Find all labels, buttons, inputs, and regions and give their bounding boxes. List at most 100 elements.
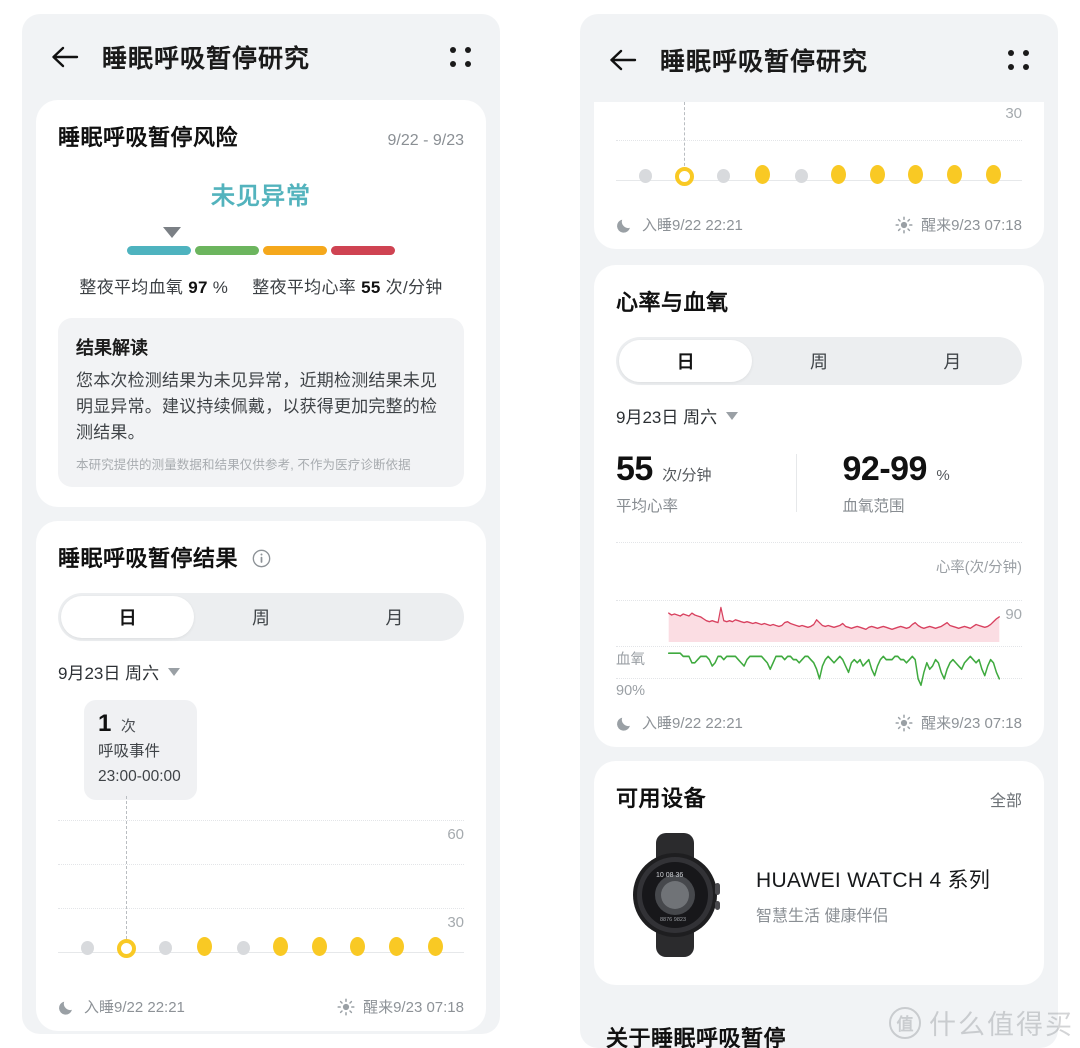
info-circle-icon[interactable] [252, 549, 271, 568]
event-dot[interactable] [639, 169, 652, 183]
event-dot[interactable] [428, 937, 443, 957]
event-dot-selected[interactable] [117, 939, 136, 959]
page-title: 睡眠呼吸暂停研究 [102, 45, 311, 73]
selection-vline [684, 102, 685, 176]
moon-icon [59, 1001, 72, 1015]
grid-dots-menu-icon[interactable] [1006, 47, 1032, 73]
ylabel-30: 30 [447, 914, 464, 932]
spo2-range-value-row: 92-99 % [843, 450, 1023, 489]
gauge-marker-icon [163, 227, 181, 238]
tooltip-unit: 次 [120, 718, 136, 736]
apnea-event-tooltip: 1 次 呼吸事件 23:00-00:00 [84, 700, 197, 801]
sleep-time-label: 入睡9/22 22:21 [84, 999, 185, 1017]
spo2-ref-label-90: 90% [616, 683, 646, 699]
wake-group: 醒来9/23 07:18 [337, 996, 464, 1017]
about-section-title: 关于睡眠呼吸暂停 [606, 1026, 787, 1048]
event-dot[interactable] [312, 937, 327, 957]
tab-day[interactable]: 日 [619, 340, 753, 382]
device-card-header: 可用设备 全部 [616, 781, 1022, 813]
back-arrow-icon[interactable] [606, 43, 640, 77]
hr-label: 整夜平均心率 [252, 278, 357, 297]
device-list-item[interactable]: 10 08 36 8876 9823 HUAWEI WATCH 4 系列 智慧生… [616, 831, 1022, 965]
risk-gauge [127, 227, 395, 255]
app-bar-right: 睡眠呼吸暂停研究 [580, 14, 1058, 106]
gridline-60 [58, 820, 464, 822]
hr-spo2-chart: 心率(次/分钟) 90 血氧 90% [616, 538, 1022, 699]
event-dot[interactable] [389, 937, 404, 957]
hr-period-tabs[interactable]: 日 周 月 [616, 337, 1022, 385]
hr-unit: 次/分钟 [385, 278, 443, 297]
event-dot[interactable] [197, 937, 212, 957]
sleep-time-label: 入睡9/22 22:21 [642, 217, 743, 234]
avg-hr-value-row: 55 次/分钟 [616, 450, 796, 489]
tooltip-value-row: 1 次 [98, 710, 181, 738]
event-dot[interactable] [870, 165, 885, 184]
risk-date-range: 9/22 - 9/23 [387, 132, 465, 149]
event-dot[interactable] [755, 165, 770, 184]
spo2-value: 97 [188, 278, 208, 297]
gauge-segment-2 [195, 246, 259, 255]
moon-icon [617, 717, 630, 731]
apnea-period-tabs[interactable]: 日 周 月 [58, 593, 464, 642]
event-dot[interactable] [831, 165, 846, 184]
event-dot[interactable] [717, 169, 730, 183]
risk-metrics-row: 整夜平均血氧 97 % 整夜平均心率 55 次/分钟 [58, 273, 464, 298]
hr-card-title: 心率与血氧 [616, 290, 729, 315]
sun-icon [337, 998, 355, 1016]
event-dot[interactable] [795, 169, 808, 183]
risk-card-title: 睡眠呼吸暂停风险 [58, 125, 239, 150]
ylabel-60: 60 [447, 826, 464, 844]
event-dot-selected[interactable] [675, 167, 694, 186]
tab-month[interactable]: 月 [328, 596, 461, 638]
grid-dots-menu-icon[interactable] [448, 44, 474, 70]
wake-time-label: 醒来9/23 07:18 [363, 999, 464, 1017]
hr-date-picker[interactable]: 9月23日 周六 [616, 403, 1022, 428]
spo2-range-unit: % [936, 467, 950, 484]
avg-heart-rate-stat: 55 次/分钟 平均心率 [616, 450, 796, 516]
event-dot[interactable] [908, 165, 923, 184]
available-devices-card: 可用设备 全部 10 08 36 8876 9823 HUAWEI WATCH … [594, 761, 1044, 985]
interpretation-title: 结果解读 [76, 338, 148, 358]
apnea-date-picker[interactable]: 9月23日 周六 [58, 659, 464, 684]
spo2-label: 整夜平均血氧 [79, 278, 184, 297]
spo2-unit: % [212, 278, 229, 297]
event-dot[interactable] [986, 165, 1001, 184]
tab-week[interactable]: 周 [194, 596, 327, 638]
spo2-range-label: 血氧范围 [842, 498, 905, 515]
apnea-card-title: 睡眠呼吸暂停结果 [58, 541, 271, 573]
wake-time-label: 醒来9/23 07:18 [921, 217, 1022, 234]
event-dot[interactable] [273, 937, 288, 957]
device-name: HUAWEI WATCH 4 系列 [756, 869, 991, 892]
svg-text:8876 9823: 8876 9823 [660, 917, 686, 923]
avg-hr-label: 平均心率 [616, 498, 679, 515]
device-tagline: 智慧生活 健康伴侣 [756, 908, 889, 925]
sun-icon [895, 215, 913, 234]
event-dot[interactable] [350, 937, 365, 957]
event-dot[interactable] [947, 165, 962, 184]
app-bar-left: 睡眠呼吸暂停研究 [22, 14, 500, 100]
apnea-risk-card: 睡眠呼吸暂停风险 9/22 - 9/23 未见异常 整夜平均血氧 97 % 整夜… [36, 100, 486, 508]
tooltip-metric: 呼吸事件 [98, 743, 161, 761]
wake-group: 醒来9/23 07:18 [895, 214, 1022, 235]
avg-hr-unit: 次/分钟 [662, 467, 712, 484]
sleep-time-label: 入睡9/22 22:21 [642, 715, 743, 732]
tab-day[interactable]: 日 [61, 596, 195, 639]
apnea-title-text: 睡眠呼吸暂停结果 [58, 546, 239, 572]
gauge-bar [127, 246, 395, 255]
back-arrow-icon[interactable] [48, 40, 82, 74]
apnea-result-card-scrolled: 30 入睡9/22 22:21 醒来9/23 07:18 [594, 102, 1044, 249]
device-see-all-link[interactable]: 全部 [990, 787, 1022, 811]
apnea-events-chart: 60 30 [58, 796, 464, 986]
risk-card-header: 睡眠呼吸暂停风险 9/22 - 9/23 [58, 120, 464, 152]
apnea-result-card: 睡眠呼吸暂停结果 日 周 月 9月23日 周六 1 次 呼吸事件 23:00-0… [36, 521, 486, 1032]
tab-month[interactable]: 月 [886, 340, 1019, 382]
heart-rate-spo2-card: 心率与血氧 日 周 月 9月23日 周六 55 次/分钟 平均心率 92-99 … [594, 265, 1044, 747]
tab-week[interactable]: 周 [752, 340, 885, 382]
apnea-date-text: 9月23日 周六 [58, 664, 160, 684]
caret-down-icon [168, 667, 181, 676]
hr-value: 55 [361, 278, 381, 297]
gauge-segment-3 [263, 246, 327, 255]
gridline-mid [58, 864, 464, 866]
tooltip-time-range: 23:00-00:00 [98, 768, 181, 786]
gauge-segment-4 [331, 246, 395, 255]
